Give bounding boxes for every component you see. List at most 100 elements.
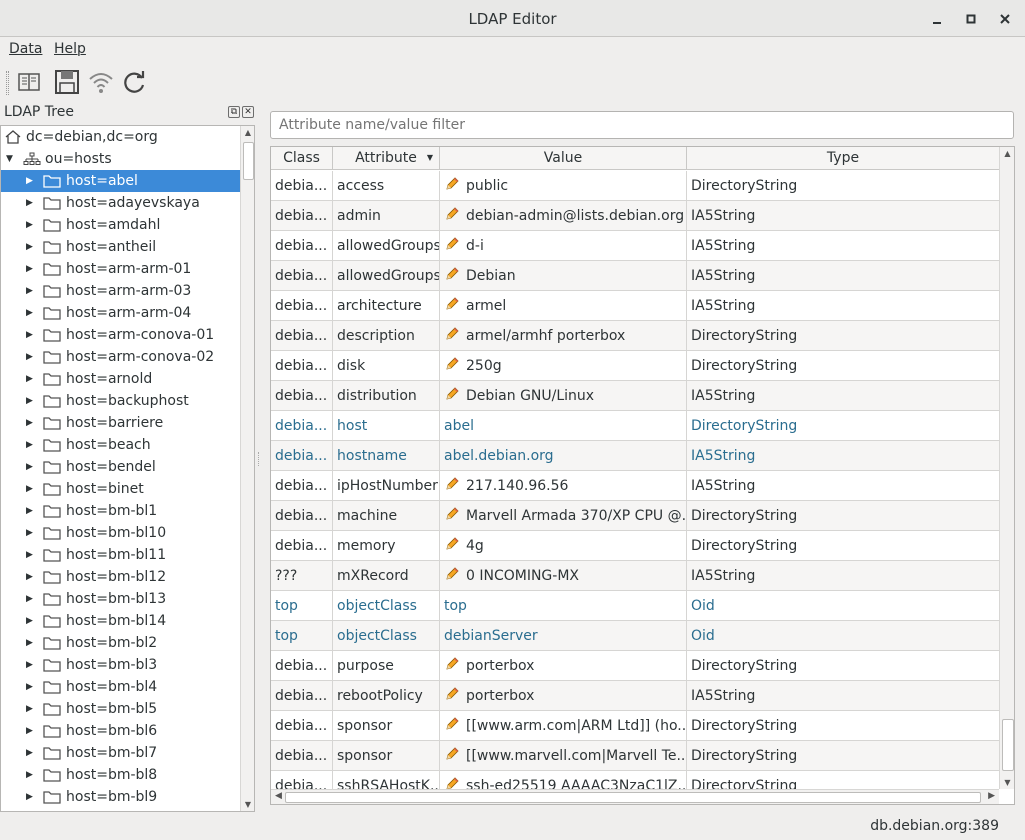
tree-host-item[interactable]: ▶ host=bm-bl13 <box>1 588 241 610</box>
cell-value[interactable]: Debian GNU/Linux <box>440 381 687 411</box>
minimize-button[interactable] <box>926 8 948 30</box>
schema-browser-button[interactable] <box>14 67 44 97</box>
collapsed-arrow-icon[interactable]: ▶ <box>26 456 36 478</box>
cell-attribute[interactable]: objectClass <box>333 591 440 621</box>
cell-class[interactable]: top <box>271 621 333 651</box>
tree-scroll-thumb[interactable] <box>243 142 254 180</box>
collapsed-arrow-icon[interactable]: ▶ <box>26 786 36 808</box>
cell-class[interactable]: debia... <box>271 711 333 741</box>
table-row[interactable]: debia... hostname abel.debian.org IA5String <box>271 441 999 471</box>
cell-value[interactable]: public <box>440 171 687 201</box>
cell-value[interactable]: 4g <box>440 531 687 561</box>
cell-attribute[interactable]: allowedGroups <box>333 231 440 261</box>
collapsed-arrow-icon[interactable]: ▶ <box>26 170 36 192</box>
cell-value[interactable]: porterbox <box>440 681 687 711</box>
tree-host-item[interactable]: ▶ host=bm-bl4 <box>1 676 241 698</box>
cell-value[interactable]: porterbox <box>440 651 687 681</box>
tree-root[interactable]: dc=debian,dc=org <box>1 126 241 148</box>
cell-type[interactable]: Oid <box>687 621 999 651</box>
cell-type[interactable]: DirectoryString <box>687 411 999 441</box>
cell-attribute[interactable]: purpose <box>333 651 440 681</box>
table-row[interactable]: debia... description armel/armhf porterbox… <box>271 321 999 351</box>
tree-host-item[interactable]: ▶ host=amdahl <box>1 214 241 236</box>
scroll-down-icon[interactable]: ▼ <box>241 800 254 809</box>
table-row[interactable]: debia... allowedGroups d-i IA5String <box>271 231 999 261</box>
attribute-table[interactable]: Class Attribute ▼ Value Type debia... acc… <box>270 146 1015 805</box>
collapsed-arrow-icon[interactable]: ▶ <box>26 654 36 676</box>
cell-type[interactable]: IA5String <box>687 201 999 231</box>
tree-ou[interactable]: ▼ ou=hosts <box>1 148 241 170</box>
tree-host-item[interactable]: ▶ host=bendel <box>1 456 241 478</box>
tree-host-item[interactable]: ▶ host=bm-bl3 <box>1 654 241 676</box>
collapsed-arrow-icon[interactable]: ▶ <box>26 566 36 588</box>
cell-value[interactable]: armel <box>440 291 687 321</box>
table-row[interactable]: debia... host abel DirectoryString <box>271 411 999 441</box>
cell-type[interactable]: DirectoryString <box>687 501 999 531</box>
table-row[interactable]: debia... sponsor [[www.arm.com|ARM Ltd]] (… <box>271 711 999 741</box>
cell-type[interactable]: IA5String <box>687 231 999 261</box>
scroll-left-icon[interactable]: ◀ <box>275 791 282 801</box>
cell-class[interactable]: debia... <box>271 471 333 501</box>
collapsed-arrow-icon[interactable]: ▶ <box>26 346 36 368</box>
cell-type[interactable]: IA5String <box>687 381 999 411</box>
close-panel-button[interactable]: ✕ <box>242 106 254 118</box>
tree-host-item[interactable]: ▶ host=antheil <box>1 236 241 258</box>
cell-class[interactable]: debia... <box>271 291 333 321</box>
collapsed-arrow-icon[interactable]: ▶ <box>26 478 36 500</box>
collapsed-arrow-icon[interactable]: ▶ <box>26 236 36 258</box>
collapsed-arrow-icon[interactable]: ▶ <box>26 610 36 632</box>
column-class[interactable]: Class <box>271 147 333 170</box>
cell-class[interactable]: debia... <box>271 351 333 381</box>
table-row[interactable]: debia... sponsor [[www.marvell.com|Marvell… <box>271 741 999 771</box>
cell-value[interactable]: armel/armhf porterbox <box>440 321 687 351</box>
table-row[interactable]: debia... rebootPolicy porterbox IA5String <box>271 681 999 711</box>
tree-host-item[interactable]: ▶ host=bm-bl8 <box>1 764 241 786</box>
table-row[interactable]: debia... access public DirectoryString <box>271 171 999 201</box>
cell-class[interactable]: debia... <box>271 681 333 711</box>
cell-attribute[interactable]: admin <box>333 201 440 231</box>
panel-splitter[interactable] <box>258 452 261 466</box>
collapsed-arrow-icon[interactable]: ▶ <box>26 698 36 720</box>
cell-type[interactable]: DirectoryString <box>687 651 999 681</box>
cell-attribute[interactable]: objectClass <box>333 621 440 651</box>
cell-type[interactable]: IA5String <box>687 261 999 291</box>
collapsed-arrow-icon[interactable]: ▶ <box>26 434 36 456</box>
float-panel-button[interactable]: ⧉ <box>228 106 240 118</box>
maximize-button[interactable] <box>960 8 982 30</box>
collapsed-arrow-icon[interactable]: ▶ <box>26 632 36 654</box>
cell-class[interactable]: debia... <box>271 441 333 471</box>
cell-value[interactable]: debianServer <box>440 621 687 651</box>
cell-value[interactable]: Marvell Armada 370/XP CPU @... <box>440 501 687 531</box>
collapsed-arrow-icon[interactable]: ▶ <box>26 742 36 764</box>
tree-host-item[interactable]: ▶ host=adayevskaya <box>1 192 241 214</box>
cell-attribute[interactable]: architecture <box>333 291 440 321</box>
cell-class[interactable]: debia... <box>271 201 333 231</box>
cell-attribute[interactable]: sponsor <box>333 711 440 741</box>
tree-host-item[interactable]: ▶ host=bm-bl2 <box>1 632 241 654</box>
column-attribute[interactable]: Attribute ▼ <box>333 147 440 170</box>
cell-attribute[interactable]: allowedGroups <box>333 261 440 291</box>
cell-type[interactable]: IA5String <box>687 471 999 501</box>
cell-attribute[interactable]: sponsor <box>333 741 440 771</box>
tree-host-item[interactable]: ▶ host=bm-bl7 <box>1 742 241 764</box>
column-type[interactable]: Type <box>687 147 999 170</box>
cell-class[interactable]: debia... <box>271 261 333 291</box>
table-row[interactable]: ??? mXRecord 0 INCOMING-MX IA5String <box>271 561 999 591</box>
collapsed-arrow-icon[interactable]: ▶ <box>26 676 36 698</box>
cell-attribute[interactable]: distribution <box>333 381 440 411</box>
tree-host-item[interactable]: ▶ host=bm-bl9 <box>1 786 241 808</box>
cell-attribute[interactable]: host <box>333 411 440 441</box>
cell-type[interactable]: DirectoryString <box>687 351 999 381</box>
collapsed-arrow-icon[interactable]: ▶ <box>26 192 36 214</box>
cell-class[interactable]: debia... <box>271 171 333 201</box>
cell-value[interactable]: abel <box>440 411 687 441</box>
collapsed-arrow-icon[interactable]: ▶ <box>26 324 36 346</box>
table-row[interactable]: debia... memory 4g DirectoryString <box>271 531 999 561</box>
menu-help[interactable]: Help <box>54 41 86 57</box>
cell-value[interactable]: d-i <box>440 231 687 261</box>
cell-type[interactable]: Oid <box>687 591 999 621</box>
cell-value[interactable]: 217.140.96.56 <box>440 471 687 501</box>
table-scroll-thumb[interactable] <box>1002 719 1014 771</box>
table-hscroll-thumb[interactable] <box>285 792 981 803</box>
collapsed-arrow-icon[interactable]: ▶ <box>26 522 36 544</box>
